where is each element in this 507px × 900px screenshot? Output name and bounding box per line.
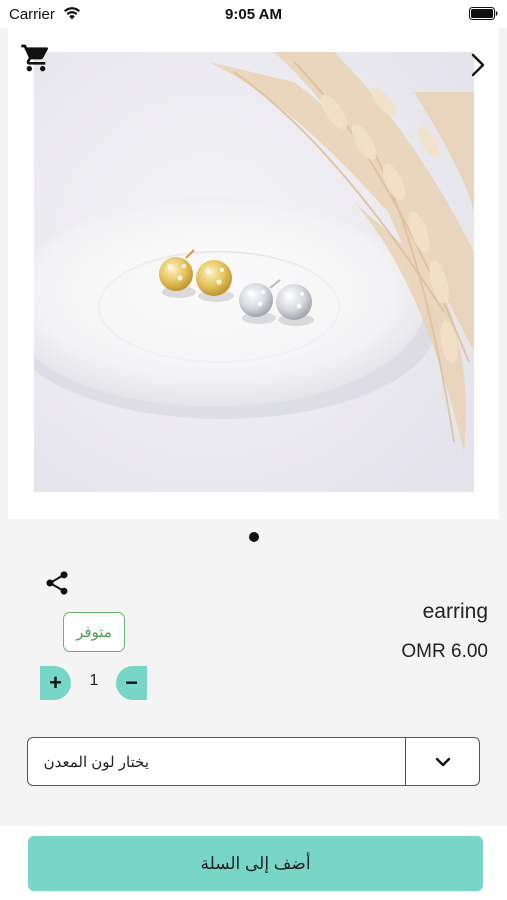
quantity-decrease-button[interactable]: − bbox=[116, 666, 147, 700]
product-photo bbox=[34, 52, 474, 492]
status-bar: Carrier 9:05 AM bbox=[0, 0, 507, 28]
stock-status-badge: متوفر bbox=[63, 612, 125, 652]
plus-icon: + bbox=[49, 670, 62, 695]
cart-icon[interactable] bbox=[20, 42, 52, 74]
metal-color-placeholder: يختار لون المعدن bbox=[43, 754, 149, 771]
next-arrow-icon[interactable] bbox=[469, 52, 487, 78]
status-time: 9:05 AM bbox=[225, 6, 282, 23]
share-icon[interactable] bbox=[43, 569, 71, 597]
product-price: OMR 6.00 bbox=[401, 641, 488, 662]
minus-icon: − bbox=[125, 670, 138, 695]
metal-color-select[interactable]: يختار لون المعدن bbox=[27, 737, 480, 786]
quantity-increase-button[interactable]: + bbox=[40, 666, 71, 700]
quantity-value: 1 bbox=[89, 672, 99, 689]
product-name: earring bbox=[422, 600, 488, 623]
select-divider bbox=[405, 738, 406, 785]
carousel-page-indicator bbox=[249, 532, 259, 542]
add-to-cart-button[interactable]: أضف إلى السلة bbox=[28, 836, 483, 891]
chevron-down-icon[interactable] bbox=[434, 755, 452, 769]
product-image-carousel[interactable] bbox=[8, 28, 499, 519]
battery-icon bbox=[469, 7, 498, 20]
